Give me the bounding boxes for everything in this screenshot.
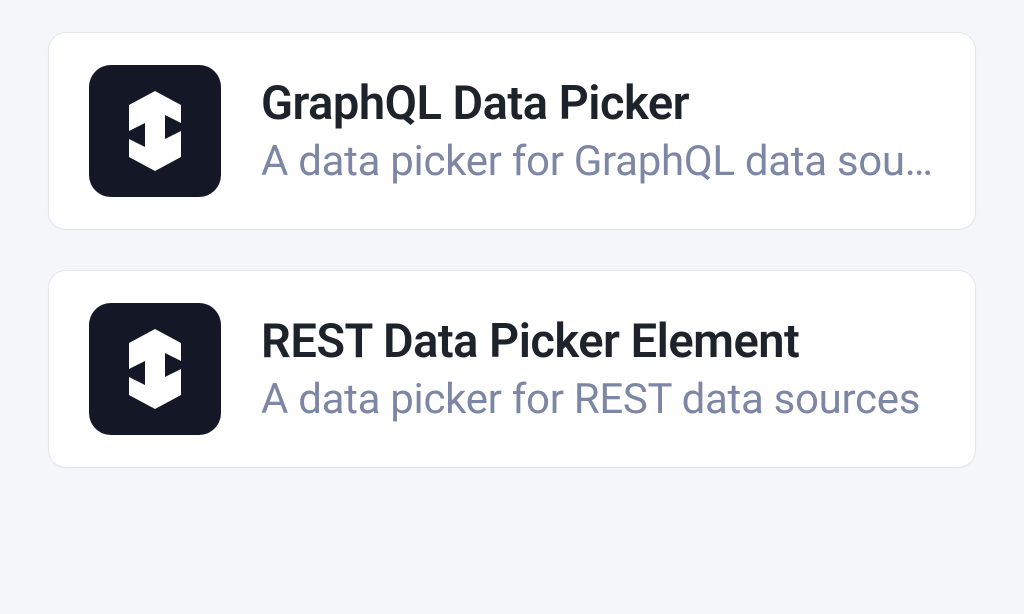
list-item[interactable]: GraphQL Data Picker A data picker for Gr… xyxy=(48,32,976,230)
list-item-content: REST Data Picker Element A data picker f… xyxy=(261,314,935,424)
gadget-logo-icon xyxy=(89,303,221,435)
list-item-description: A data picker for GraphQL data sources xyxy=(261,137,935,186)
list-item-content: GraphQL Data Picker A data picker for Gr… xyxy=(261,76,935,186)
list-item[interactable]: REST Data Picker Element A data picker f… xyxy=(48,270,976,468)
list-item-title: REST Data Picker Element xyxy=(261,314,935,369)
gadget-logo-icon xyxy=(89,65,221,197)
list-item-description: A data picker for REST data sources xyxy=(261,375,935,424)
list-item-title: GraphQL Data Picker xyxy=(261,76,935,131)
